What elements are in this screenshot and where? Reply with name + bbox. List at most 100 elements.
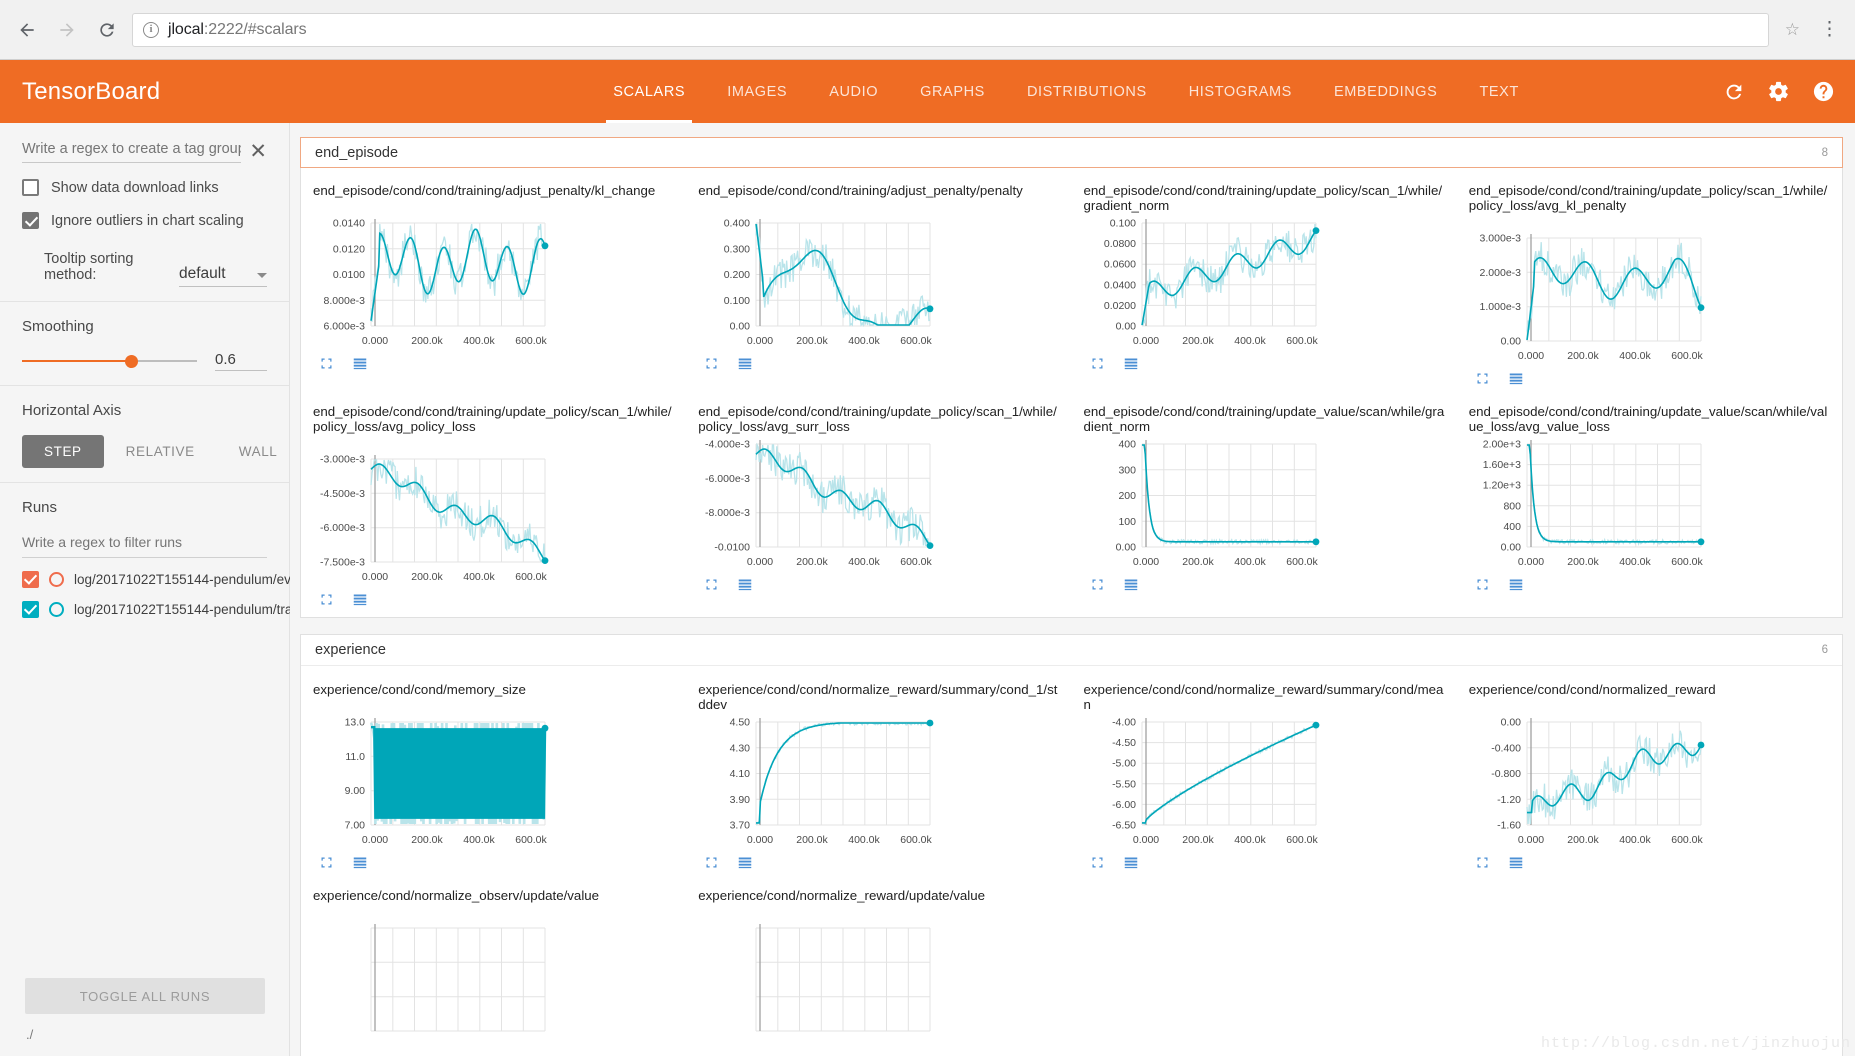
svg-text:-3.000e-3: -3.000e-3 [320,454,365,466]
toggle-all-runs-button[interactable]: TOGGLE ALL RUNS [25,978,265,1014]
chart-card: end_episode/cond/cond/training/update_po… [1072,173,1457,394]
data-table-icon[interactable] [352,356,368,371]
svg-text:0.000: 0.000 [1518,350,1544,362]
data-table-icon[interactable] [1123,356,1139,371]
fullscreen-expand-icon[interactable] [1475,577,1490,592]
runs-list: log/20171022T155144-pendulum/eval log/201… [22,571,303,618]
chart-plot[interactable]: -3.000e-3 -4.500e-3 -6.000e-3 -7.500e-3 0.00… [313,451,553,586]
smoothing-value-input[interactable]: 0.6 [215,351,267,371]
data-table-icon[interactable] [352,592,368,607]
fullscreen-expand-icon[interactable] [704,356,719,371]
svg-text:0.000: 0.000 [1132,335,1158,347]
svg-text:600.0k: 600.0k [1671,556,1703,568]
axis-option-relative[interactable]: RELATIVE [104,435,217,468]
info-icon[interactable]: i [143,21,159,38]
category-card: end_episode 8 end_episode/cond/cond/traini… [300,137,1843,618]
tag-regex-input[interactable] [22,139,242,163]
chart-plot[interactable]: -4.000e-3 -6.000e-3 -8.000e-3 -0.0100 0.000 2… [698,436,938,571]
chart-plot[interactable]: 0.00 -0.400 -0.800 -1.20 -1.60 0.000 200.0k 400… [1469,714,1709,849]
data-table-icon[interactable] [1123,855,1139,870]
chart-plot[interactable]: 2.00e+3 1.60e+3 1.20e+3 800 400 0.00 0.000 200.… [1469,436,1709,571]
ignore-outliers-checkbox[interactable] [22,212,39,229]
data-table-icon[interactable] [1508,855,1524,870]
svg-text:0.0400: 0.0400 [1103,279,1135,291]
svg-text:600.0k: 600.0k [900,834,932,846]
chart-plot[interactable] [698,920,938,1055]
fullscreen-expand-icon[interactable] [1090,855,1105,870]
run-item[interactable]: log/20171022T155144-pendulum/train [22,601,303,618]
settings-gear-icon[interactable] [1767,80,1790,103]
fullscreen-expand-icon[interactable] [1090,356,1105,371]
svg-text:0.00: 0.00 [1500,336,1521,348]
svg-text:200.0k: 200.0k [411,571,443,583]
help-icon[interactable] [1812,80,1835,103]
tab-distributions[interactable]: DISTRIBUTIONS [1006,60,1168,123]
chart-plot[interactable]: -4.00 -4.50 -5.00 -5.50 -6.00 -6.50 0.000 200.0… [1084,714,1324,849]
svg-text:400.0k: 400.0k [1619,834,1651,846]
axis-option-wall[interactable]: WALL [217,435,300,468]
data-table-icon[interactable] [737,855,753,870]
tooltip-sorting-select[interactable]: default [179,265,267,287]
chart-plot[interactable]: 0.0140 0.0120 0.0100 8.000e-3 6.000e-3 0.000 2… [313,215,553,350]
chart-plot[interactable] [313,920,553,1055]
chart-plot[interactable]: 13.0 11.0 9.00 7.00 0.000 200.0k 400.0k 600.0k [313,714,553,849]
category-header[interactable]: experience 6 [301,635,1842,666]
chart-plot[interactable]: 0.100 0.0800 0.0600 0.0400 0.0200 0.00 0.000 20… [1084,215,1324,350]
tab-images[interactable]: IMAGES [706,60,808,123]
show-download-links-checkbox-row[interactable]: Show data download links [22,179,267,196]
forward-icon[interactable] [52,15,82,45]
tooltip-sorting-row: Tooltip sorting method: default [22,251,267,287]
svg-text:0.100: 0.100 [1109,218,1135,230]
chart-card: end_episode/cond/cond/training/update_po… [1457,173,1842,394]
fullscreen-expand-icon[interactable] [319,592,334,607]
fullscreen-expand-icon[interactable] [1475,371,1490,386]
axis-option-step[interactable]: STEP [22,435,104,468]
star-icon[interactable]: ☆ [1779,20,1806,40]
category-header[interactable]: end_episode 8 [300,137,1843,168]
run-checkbox[interactable] [22,601,39,618]
tab-embeddings[interactable]: EMBEDDINGS [1313,60,1459,123]
data-table-icon[interactable] [352,855,368,870]
kebab-menu-icon[interactable]: ⋮ [1816,18,1843,41]
tab-histograms[interactable]: HISTOGRAMS [1168,60,1313,123]
fullscreen-expand-icon[interactable] [704,855,719,870]
svg-text:0.400: 0.400 [724,218,750,230]
smoothing-slider[interactable] [22,353,197,369]
chart-plot[interactable]: 3.000e-3 2.000e-3 1.000e-3 0.00 0.000 200.0k 4… [1469,230,1709,365]
run-checkbox[interactable] [22,571,39,588]
chart-plot[interactable]: 0.400 0.300 0.200 0.100 0.00 0.000 200.0k 400.0… [698,215,938,350]
reload-icon[interactable] [92,15,122,45]
tab-graphs[interactable]: GRAPHS [899,60,1006,123]
data-table-icon[interactable] [737,577,753,592]
slider-knob[interactable] [124,355,138,368]
tab-text[interactable]: TEXT [1458,60,1539,123]
tab-scalars[interactable]: SCALARS [592,60,706,123]
fullscreen-expand-icon[interactable] [704,577,719,592]
svg-text:-5.00: -5.00 [1112,758,1136,770]
chart-plot[interactable]: 4.50 4.30 4.10 3.90 3.70 0.000 200.0k 400.0k 600… [698,714,938,849]
ignore-outliers-checkbox-row[interactable]: Ignore outliers in chart scaling [22,212,267,229]
close-icon[interactable]: ✕ [249,141,267,163]
data-table-icon[interactable] [737,356,753,371]
svg-text:400.0k: 400.0k [463,335,495,347]
svg-text:0.000: 0.000 [1518,556,1544,568]
show-download-links-checkbox[interactable] [22,179,39,196]
address-bar[interactable]: i jlocal:2222/#scalars [132,12,1769,47]
data-table-icon[interactable] [1508,577,1524,592]
chart-plot[interactable]: 400 300 200 100 0.00 0.000 200.0k 400.0k 600.0k [1084,436,1324,571]
data-table-icon[interactable] [1123,577,1139,592]
fullscreen-expand-icon[interactable] [319,356,334,371]
chart-card: experience/cond/cond/normalize_reward/su… [1072,672,1457,878]
data-table-icon[interactable] [1508,371,1524,386]
back-icon[interactable] [12,15,42,45]
run-item[interactable]: log/20171022T155144-pendulum/eval [22,571,301,588]
last-point-marker [926,542,934,549]
chart-actions [698,571,1059,596]
tab-audio[interactable]: AUDIO [808,60,899,123]
fullscreen-expand-icon[interactable] [1475,855,1490,870]
fullscreen-expand-icon[interactable] [319,855,334,870]
chart-card: end_episode/cond/cond/training/adjust_pe… [686,173,1071,394]
fullscreen-expand-icon[interactable] [1090,577,1105,592]
refresh-icon[interactable] [1723,81,1745,103]
runs-filter-input[interactable] [22,532,267,558]
